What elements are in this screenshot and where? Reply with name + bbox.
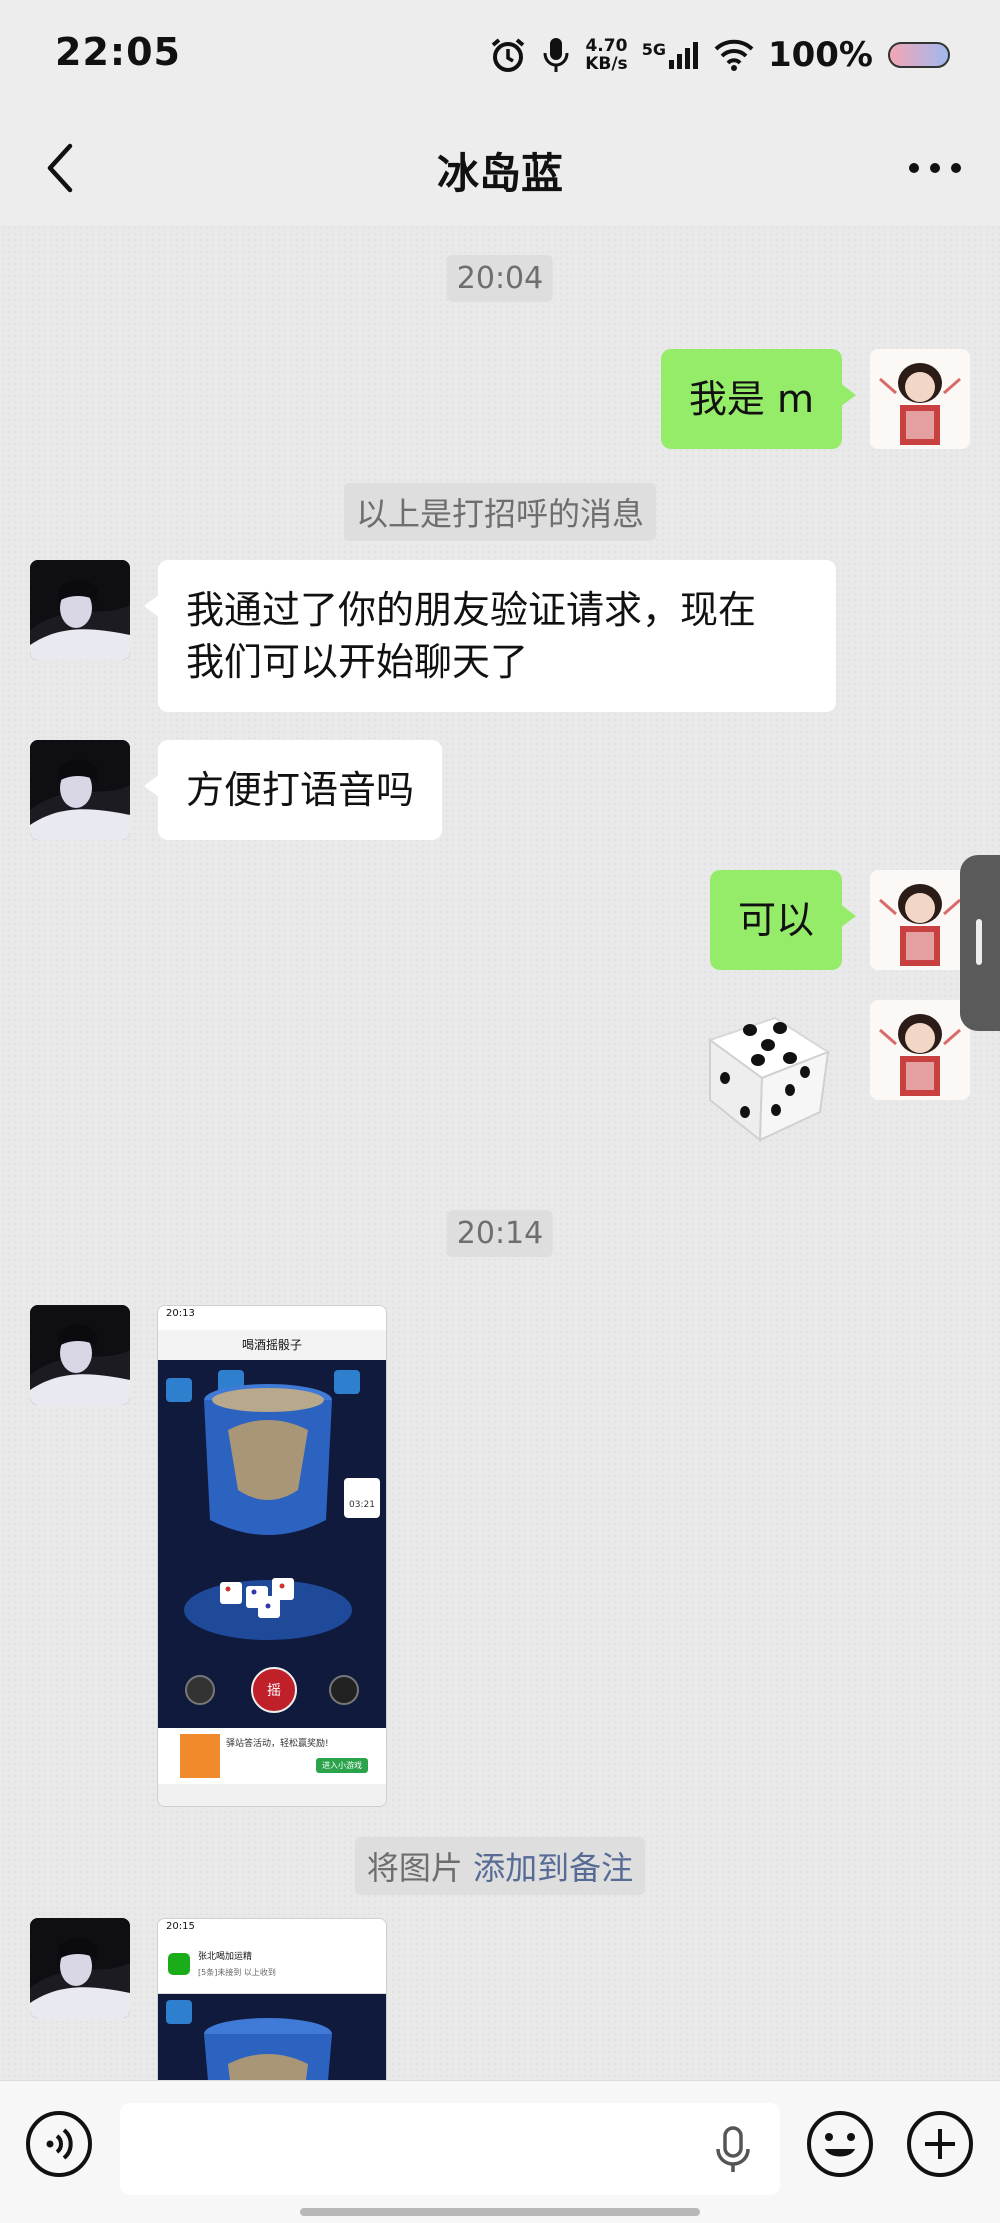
dice-cup-illustration	[166, 2000, 332, 2080]
message-line: 我通过了你的朋友验证请求，现在	[186, 588, 757, 632]
shot-shake-label: 摇	[267, 1683, 281, 1699]
plus-icon[interactable]	[905, 2109, 975, 2179]
network-type: 5G	[641, 40, 666, 59]
shot-call-time: 03:21	[349, 1500, 375, 1510]
shot-notification: 张北喝加运精 [5条]未接到 以上收到	[158, 1943, 386, 1994]
system-notice: 以上是打招呼的消息	[343, 483, 657, 541]
shot-ad-button: 进入小游戏	[316, 1758, 368, 1773]
message-line: 我们可以开始聊天了	[186, 640, 529, 684]
message-input[interactable]	[120, 2103, 780, 2195]
input-bar	[0, 2080, 1000, 2223]
system-notice: 将图片 添加到备注	[354, 1837, 646, 1895]
message-bubble-sent[interactable]: 我是 m	[660, 349, 857, 449]
message-bubble-sent[interactable]: 可以	[709, 870, 857, 970]
dice-sticker[interactable]	[680, 1000, 840, 1150]
image-message[interactable]: 20:13 喝酒摇骰子 03:21 摇 驿站答活动，轻松赢奖励! 进入小游戏	[157, 1305, 387, 1807]
net-speed-value: 4.70	[585, 36, 628, 56]
alarm-icon	[491, 38, 525, 72]
battery-icon	[888, 42, 950, 68]
signal-icon	[668, 42, 698, 69]
timestamp: 20:04	[446, 255, 554, 302]
shot-ad-text: 驿站答活动，轻松赢奖励!	[226, 1739, 329, 1749]
shot-time: 20:15	[166, 1921, 195, 1932]
shot-time: 20:13	[166, 1308, 195, 1319]
message-list[interactable]: 20:04 我是 m 以上是打招呼的消息 我通过了你的朋友验证请求，现在 我们可…	[0, 225, 1000, 2080]
status-bar: 22:05 4.70 KB/s 5G 100%	[0, 0, 1000, 110]
shot-title: 喝酒摇骰子	[241, 1338, 302, 1352]
shot-notif-sub: [5条]未接到 以上收到	[198, 1968, 276, 1977]
status-time: 22:05	[55, 30, 181, 74]
net-speed: 4.70 KB/s	[585, 37, 627, 73]
shot-header: 喝酒摇骰子	[158, 1330, 386, 1360]
wifi-icon	[714, 39, 754, 71]
signal-group: 5G	[642, 40, 700, 70]
contact-avatar[interactable]	[30, 740, 130, 840]
shot-status: 20:13	[158, 1306, 386, 1330]
chat-title: 冰岛蓝	[436, 149, 563, 198]
mic-icon[interactable]	[713, 2125, 753, 2175]
chat-header: 冰岛蓝	[0, 110, 1000, 225]
contact-avatar[interactable]	[30, 1305, 130, 1405]
home-indicator	[300, 2208, 700, 2216]
emoji-icon[interactable]	[805, 2109, 875, 2179]
more-icon[interactable]	[900, 138, 970, 198]
my-avatar[interactable]	[870, 870, 970, 970]
message-bubble-received[interactable]: 方便打语音吗	[143, 740, 443, 840]
mic-status-icon	[543, 38, 569, 72]
scroll-handle[interactable]	[960, 855, 1000, 1031]
battery-text: 100%	[767, 35, 873, 75]
contact-avatar[interactable]	[30, 1918, 130, 2018]
image-message[interactable]: 20:15 张北喝加运精 [5条]未接到 以上收到	[157, 1918, 387, 2080]
shot-status: 20:15	[158, 1919, 386, 1943]
message-bubble-received[interactable]: 我通过了你的朋友验证请求，现在 我们可以开始聊天了	[144, 560, 836, 712]
my-avatar[interactable]	[870, 1000, 970, 1100]
status-icons: 4.70 KB/s 5G 100%	[489, 30, 955, 80]
add-to-remark-link[interactable]: 添加到备注	[473, 1849, 633, 1887]
contact-avatar[interactable]	[30, 560, 130, 660]
my-avatar[interactable]	[870, 349, 970, 449]
shot-ad-banner: 驿站答活动，轻松赢奖励! 进入小游戏	[158, 1728, 386, 1784]
voice-input-icon[interactable]	[24, 2109, 94, 2179]
shot-navbar	[158, 1784, 386, 1806]
timestamp: 20:14	[446, 1210, 554, 1257]
dice-cup-illustration	[166, 1370, 380, 1713]
notice-text: 将图片	[366, 1849, 463, 1887]
shot-game: 03:21 摇	[158, 1360, 386, 1728]
net-speed-unit: KB/s	[585, 54, 628, 74]
shot-notif-title: 张北喝加运精	[198, 1952, 253, 1962]
